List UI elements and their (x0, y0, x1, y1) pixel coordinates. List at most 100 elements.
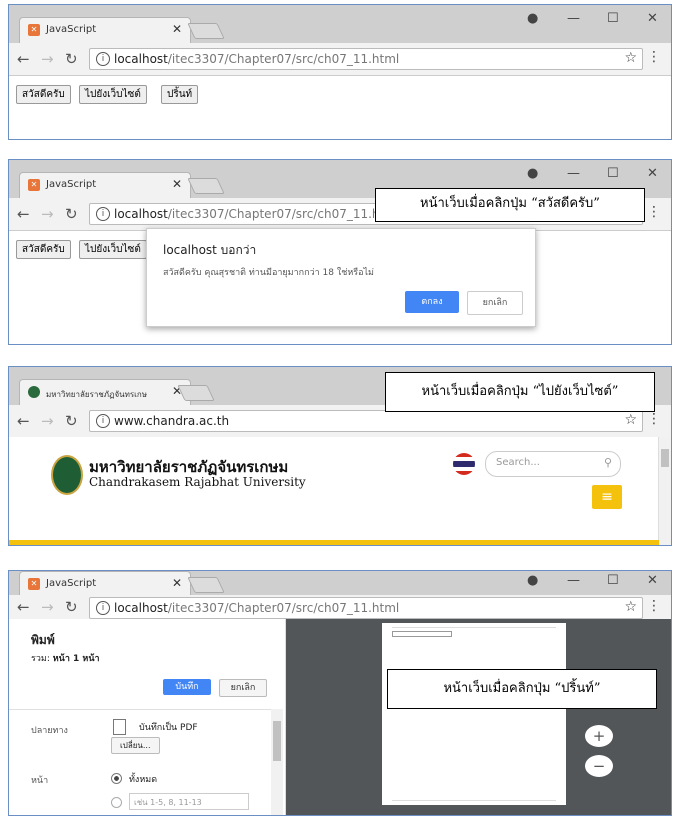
pdf-file-icon (113, 719, 126, 735)
info-icon[interactable]: i (96, 52, 110, 66)
tab-title: มหาวิทยาลัยราชภัฏจันทรเกษ (46, 390, 148, 399)
reload-icon[interactable]: ↻ (65, 412, 78, 430)
forward-arrow-icon[interactable]: → (41, 598, 54, 616)
url-host: localhost (114, 601, 168, 615)
destination-value: บันทึกเป็น PDF (139, 723, 198, 733)
menu-kebab-icon[interactable]: ⋮ (647, 598, 661, 614)
address-bar[interactable]: i localhost/itec3307/Chapter07/src/ch07_… (89, 48, 643, 70)
maximize-button[interactable]: ☐ (607, 11, 619, 26)
tab-close-icon[interactable]: ✕ (172, 22, 182, 36)
menu-kebab-icon[interactable]: ⋮ (647, 411, 661, 427)
alert-dialog: localhost บอกว่า สวัสดีครับ คุณสุรชาติ ท… (146, 228, 536, 327)
pages-label: หน้า (31, 776, 49, 786)
ok-button[interactable]: ตกลง (405, 291, 459, 313)
maximize-button[interactable]: ☐ (607, 166, 619, 181)
go-website-button[interactable]: ไปยังเว็บไซต์ (79, 240, 147, 259)
total-label: รวม: (31, 654, 50, 664)
nav-strip (9, 540, 659, 545)
page-range-input[interactable]: เช่น 1-5, 8, 11-13 (129, 793, 249, 810)
xampp-favicon-icon: ✕ (28, 179, 40, 191)
zoom-out-button[interactable]: − (585, 755, 613, 777)
tab-close-icon[interactable]: ✕ (172, 576, 182, 590)
reload-icon[interactable]: ↻ (65, 598, 78, 616)
close-window-button[interactable]: ✕ (647, 11, 658, 26)
info-icon[interactable]: i (96, 601, 110, 615)
maximize-button[interactable]: ☐ (607, 573, 619, 588)
browser-tab[interactable]: ✕ JavaScript ✕ (19, 17, 191, 44)
minimize-button[interactable]: — (567, 573, 580, 588)
scrollbar-thumb[interactable] (273, 721, 281, 761)
hello-button[interactable]: สวัสดีครับ (16, 240, 71, 259)
tab-close-icon[interactable]: ✕ (172, 177, 182, 191)
minimize-button[interactable]: — (567, 11, 580, 26)
bookmark-star-icon[interactable]: ☆ (624, 50, 637, 66)
back-arrow-icon[interactable]: ← (17, 50, 30, 68)
save-button[interactable]: บันทึก (163, 679, 211, 695)
preview-page-header (392, 627, 556, 628)
profile-icon[interactable]: ● (527, 573, 538, 588)
bookmark-star-icon[interactable]: ☆ (624, 599, 637, 615)
university-logo[interactable] (51, 455, 83, 495)
page-range-placeholder: เช่น 1-5, 8, 11-13 (134, 798, 202, 807)
search-icon[interactable]: ⚲ (604, 456, 612, 469)
preview-page-footer (392, 800, 556, 801)
browser-window-3: มหาวิทยาลัยราชภัฏจันทรเกษ ✕ ← → ↻ i www.… (8, 366, 672, 546)
info-icon[interactable]: i (96, 414, 110, 428)
total-value: หน้า 1 หน้า (52, 654, 100, 664)
url-host: localhost (114, 52, 168, 66)
new-tab-button[interactable] (187, 178, 225, 194)
change-destination-button[interactable]: เปลี่ยน... (111, 737, 160, 754)
back-arrow-icon[interactable]: ← (17, 412, 30, 430)
profile-icon[interactable]: ● (527, 166, 538, 181)
xampp-favicon-icon: ✕ (28, 24, 40, 36)
info-icon[interactable]: i (96, 207, 110, 221)
new-tab-button[interactable] (187, 23, 225, 39)
address-bar[interactable]: i www.chandra.ac.th ☆ (89, 410, 643, 432)
browser-tab[interactable]: ✕ JavaScript ✕ (19, 571, 191, 596)
browser-tab[interactable]: ✕ JavaScript ✕ (19, 172, 191, 199)
forward-arrow-icon[interactable]: → (41, 412, 54, 430)
radio-all-pages[interactable] (111, 773, 122, 784)
dialog-title: localhost บอกว่า (163, 243, 257, 257)
search-input[interactable]: Search... ⚲ (485, 451, 621, 477)
caption-box: หน้าเว็บเมื่อคลิกปุ่ม “ไปยังเว็บไซต์” (385, 372, 655, 412)
menu-kebab-icon[interactable]: ⋮ (647, 204, 661, 220)
address-bar[interactable]: i localhost/itec3307/Chapter07/src/ch07_… (89, 597, 643, 619)
forward-arrow-icon[interactable]: → (41, 50, 54, 68)
url-path: /itec3307/Chapter07/src/ch07_11.html (167, 207, 400, 221)
new-tab-button[interactable] (187, 577, 225, 593)
divider (9, 709, 271, 710)
new-tab-button[interactable] (177, 385, 215, 401)
bookmark-star-icon[interactable]: ☆ (624, 412, 637, 428)
url-text: localhost/itec3307/Chapter07/src/ch07_11… (114, 52, 399, 66)
sidebar-scrollbar[interactable] (271, 709, 283, 815)
page-count: รวม: หน้า 1 หน้า (31, 651, 100, 665)
scrollbar-thumb[interactable] (661, 449, 669, 467)
tab-title: JavaScript (46, 578, 97, 589)
thai-flag-icon[interactable] (453, 453, 475, 475)
profile-icon[interactable]: ● (527, 11, 538, 26)
toolbar: ← → ↻ i localhost/itec3307/Chapter07/src… (9, 595, 671, 620)
reload-icon[interactable]: ↻ (65, 205, 78, 223)
radio-page-range[interactable] (111, 797, 122, 808)
close-window-button[interactable]: ✕ (647, 573, 658, 588)
back-arrow-icon[interactable]: ← (17, 205, 30, 223)
reload-icon[interactable]: ↻ (65, 50, 78, 68)
cancel-button[interactable]: ยกเลิก (467, 291, 523, 315)
hamburger-menu-icon[interactable]: ≡ (592, 485, 622, 509)
cancel-button[interactable]: ยกเลิก (219, 679, 267, 697)
back-arrow-icon[interactable]: ← (17, 598, 30, 616)
forward-arrow-icon[interactable]: → (41, 205, 54, 223)
close-window-button[interactable]: ✕ (647, 166, 658, 181)
go-website-button[interactable]: ไปยังเว็บไซต์ (79, 85, 147, 104)
print-heading: พิมพ์ (31, 633, 55, 647)
destination-label: ปลายทาง (31, 726, 68, 736)
print-button[interactable]: ปริ้นท์ (161, 85, 199, 104)
toolbar: ← → ↻ i localhost/itec3307/Chapter07/src… (9, 43, 671, 76)
vertical-scrollbar[interactable] (658, 437, 671, 545)
zoom-in-button[interactable]: + (585, 725, 613, 747)
hello-button[interactable]: สวัสดีครับ (16, 85, 71, 104)
minimize-button[interactable]: — (567, 166, 580, 181)
browser-tab[interactable]: มหาวิทยาลัยราชภัฏจันทรเกษ ✕ (19, 379, 191, 406)
menu-kebab-icon[interactable]: ⋮ (647, 49, 661, 65)
